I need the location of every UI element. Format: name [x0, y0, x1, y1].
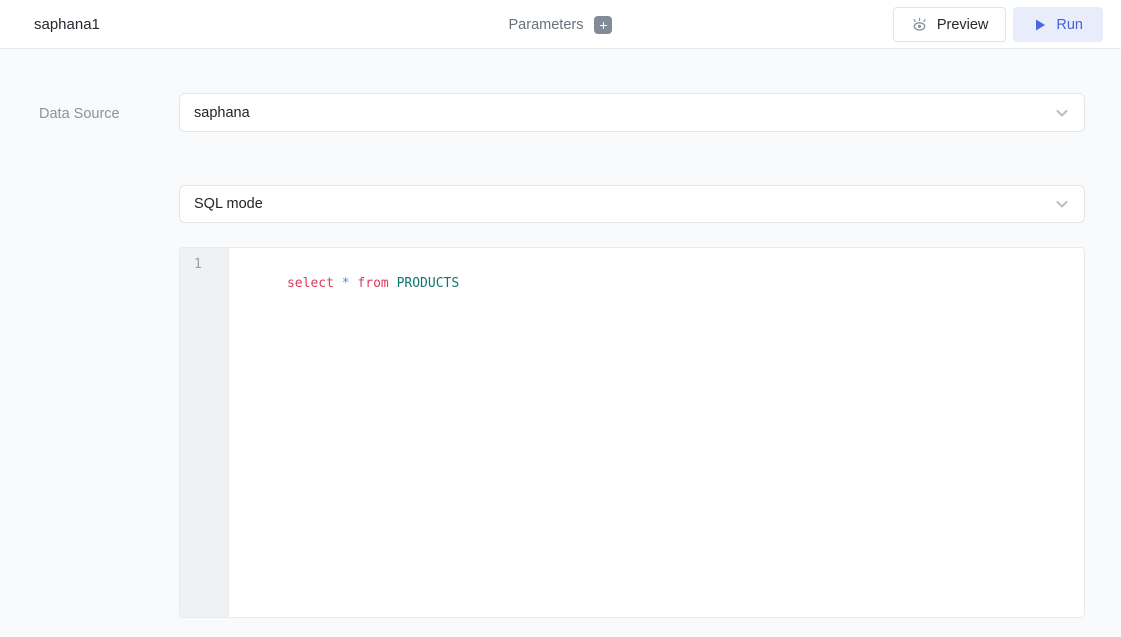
- code-token-keyword: select: [287, 276, 342, 291]
- query-name[interactable]: saphana1: [34, 0, 100, 49]
- query-editor-page: saphana1 Parameters + Preview: [0, 0, 1121, 637]
- data-source-select[interactable]: saphana: [179, 93, 1085, 132]
- play-icon: [1033, 18, 1047, 32]
- line-number: 1: [180, 255, 228, 274]
- code-token-identifier: PRODUCTS: [397, 276, 460, 291]
- run-button-label: Run: [1056, 17, 1083, 33]
- data-source-label: Data Source: [39, 106, 120, 122]
- topbar: saphana1 Parameters + Preview: [0, 0, 1121, 49]
- query-mode-selected-value: SQL mode: [194, 196, 263, 212]
- query-mode-select[interactable]: SQL mode: [179, 185, 1085, 223]
- chevron-down-icon: [1053, 195, 1071, 213]
- code-area[interactable]: select * from PRODUCTS: [229, 248, 1084, 617]
- preview-button[interactable]: Preview: [893, 7, 1007, 42]
- sql-code-editor[interactable]: 1 select * from PRODUCTS: [179, 247, 1085, 618]
- code-token-keyword: from: [357, 276, 396, 291]
- run-button[interactable]: Run: [1013, 7, 1103, 42]
- preview-button-label: Preview: [937, 17, 989, 33]
- editor-gutter: 1: [180, 248, 229, 617]
- add-parameter-button[interactable]: +: [594, 16, 612, 34]
- code-token-operator: *: [342, 276, 358, 291]
- data-source-selected-value: saphana: [194, 105, 250, 121]
- eye-icon: [911, 17, 928, 32]
- plus-icon: +: [599, 17, 607, 33]
- topbar-actions: Preview Run: [893, 7, 1103, 42]
- parameters-label: Parameters: [509, 17, 584, 33]
- chevron-down-icon: [1053, 104, 1071, 122]
